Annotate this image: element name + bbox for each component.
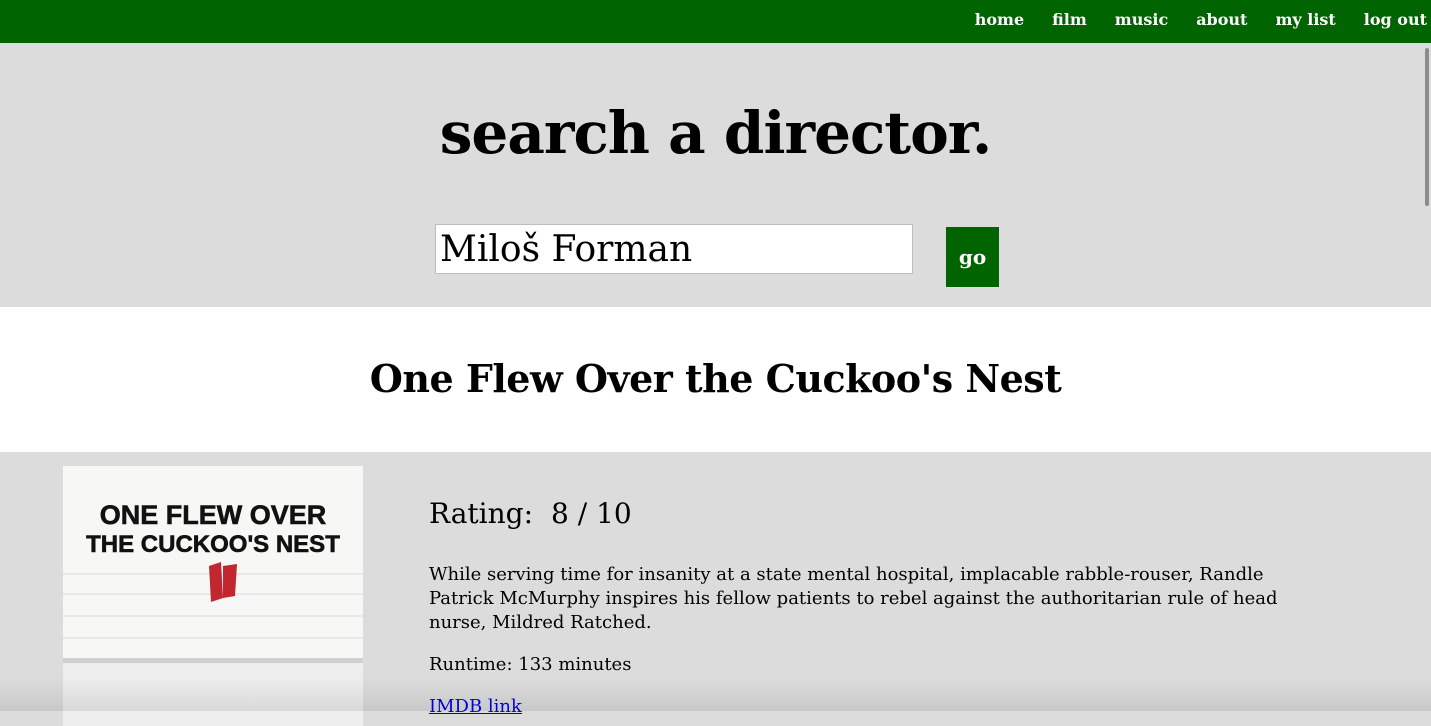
nav-log-out-link[interactable]: log out xyxy=(1364,10,1427,29)
rating-value: 8 / 10 xyxy=(551,497,632,530)
page-scrollbar[interactable] xyxy=(1425,48,1429,206)
nav-film-link[interactable]: film xyxy=(1052,10,1087,29)
nav-links: home film music about my list log out xyxy=(947,0,1427,38)
imdb-link[interactable]: IMDB link xyxy=(429,696,522,717)
search-section: search a director. go xyxy=(0,43,1431,307)
nav-home-link[interactable]: home xyxy=(975,10,1024,29)
rating-label: Rating: xyxy=(429,497,533,530)
poster-title-line1: ONE FLEW OVER xyxy=(100,500,327,530)
movie-title: One Flew Over the Cuckoo's Nest xyxy=(0,351,1431,407)
movie-synopsis: While serving time for insanity at a sta… xyxy=(429,563,1309,635)
movie-details: ONE FLEW OVER THE CUCKOO'S NEST Rating: 8… xyxy=(0,452,1431,711)
director-search-input[interactable] xyxy=(435,224,913,274)
poster-hand-icon-right xyxy=(223,564,237,598)
movie-poster: ONE FLEW OVER THE CUCKOO'S NEST xyxy=(63,466,363,726)
nav-about-link[interactable]: about xyxy=(1196,10,1247,29)
rating-line: Rating: 8 / 10 xyxy=(429,497,632,530)
movie-title-band: One Flew Over the Cuckoo's Nest xyxy=(0,307,1431,452)
poster-artwork: ONE FLEW OVER THE CUCKOO'S NEST xyxy=(63,466,363,666)
poster-fence xyxy=(63,658,363,726)
nav-music-link[interactable]: music xyxy=(1115,10,1168,29)
movie-runtime: Runtime: 133 minutes xyxy=(429,654,631,675)
nav-my-list-link[interactable]: my list xyxy=(1275,10,1335,29)
poster-hand-icon xyxy=(209,562,223,602)
go-button[interactable]: go xyxy=(946,227,999,287)
top-navbar: home film music about my list log out xyxy=(0,0,1431,43)
search-title: search a director. xyxy=(0,98,1431,168)
poster-title-line2: THE CUCKOO'S NEST xyxy=(86,531,340,558)
